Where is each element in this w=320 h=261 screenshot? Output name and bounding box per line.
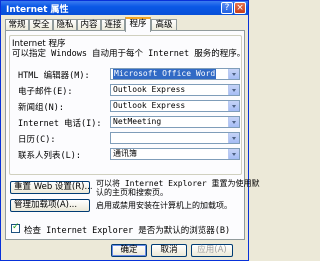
calendar-label: 日历(C): xyxy=(18,135,56,145)
contacts-value: 通讯簿 xyxy=(113,149,137,158)
calendar-select[interactable] xyxy=(110,132,240,144)
chevron-down-icon[interactable] xyxy=(228,69,239,79)
html-editor-select[interactable]: Microsoft Office Word xyxy=(110,68,240,80)
default-browser-label[interactable]: 检查 Internet Explorer 是否为默认的浏览器(B) xyxy=(24,224,230,236)
window-title: Internet 属性 xyxy=(6,5,69,15)
email-select[interactable]: Outlook Express xyxy=(110,84,240,96)
cancel-button[interactable]: 取消 xyxy=(151,244,187,257)
html-editor-label: HTML 编辑器(M): xyxy=(18,71,90,81)
internet-call-label: Internet 电话(I): xyxy=(18,119,102,129)
apply-button[interactable]: 应用(A) xyxy=(191,244,233,257)
newsgroups-select[interactable]: Outlook Express xyxy=(110,100,240,112)
newsgroups-label: 新闻组(N): xyxy=(18,103,64,113)
group-description: 可以指定 Windows 自动用于每个 Internet 服务的程序。 xyxy=(12,49,246,59)
chevron-down-icon[interactable] xyxy=(228,133,239,143)
chevron-down-icon[interactable] xyxy=(228,117,239,127)
help-button[interactable]: ? xyxy=(221,2,233,14)
manage-addons-description: 启用或禁用安装在计算机上的加载项。 xyxy=(96,201,232,210)
reset-web-description-line1: 可以将 Internet Explorer 重置为使用默 xyxy=(96,179,260,188)
chevron-down-icon[interactable] xyxy=(228,101,239,111)
reset-web-settings-button[interactable]: 重置 Web 设置(R)... xyxy=(10,181,93,194)
programs-panel: Internet 程序 可以指定 Windows 自动用于每个 Internet… xyxy=(5,30,260,240)
ok-button[interactable]: 确定 xyxy=(111,244,147,257)
email-label: 电子邮件(E): xyxy=(18,87,73,97)
chevron-down-icon[interactable] xyxy=(228,149,239,159)
title-bar[interactable]: Internet 属性 ? × xyxy=(1,1,248,15)
internet-call-value: NetMeeting xyxy=(113,117,162,126)
email-value: Outlook Express xyxy=(113,85,186,94)
internet-call-select[interactable]: NetMeeting xyxy=(110,116,240,128)
contacts-label: 联系人列表(L): xyxy=(18,151,81,161)
reset-web-description-line2: 认的主页和搜索页。 xyxy=(96,188,168,197)
close-button[interactable]: × xyxy=(234,2,246,14)
tab-programs[interactable]: 程序 xyxy=(125,17,151,32)
html-editor-value: Microsoft Office Word xyxy=(113,69,217,79)
chevron-down-icon[interactable] xyxy=(228,85,239,95)
contacts-select[interactable]: 通讯簿 xyxy=(110,148,240,160)
default-browser-checkbox[interactable] xyxy=(11,222,20,233)
manage-addons-button[interactable]: 管理加载项(A)... xyxy=(10,199,90,212)
internet-properties-dialog: Internet 属性 ? × 常规 安全 隐私 内容 连接 程序 高级 Int… xyxy=(0,0,260,261)
newsgroups-value: Outlook Express xyxy=(113,101,186,110)
